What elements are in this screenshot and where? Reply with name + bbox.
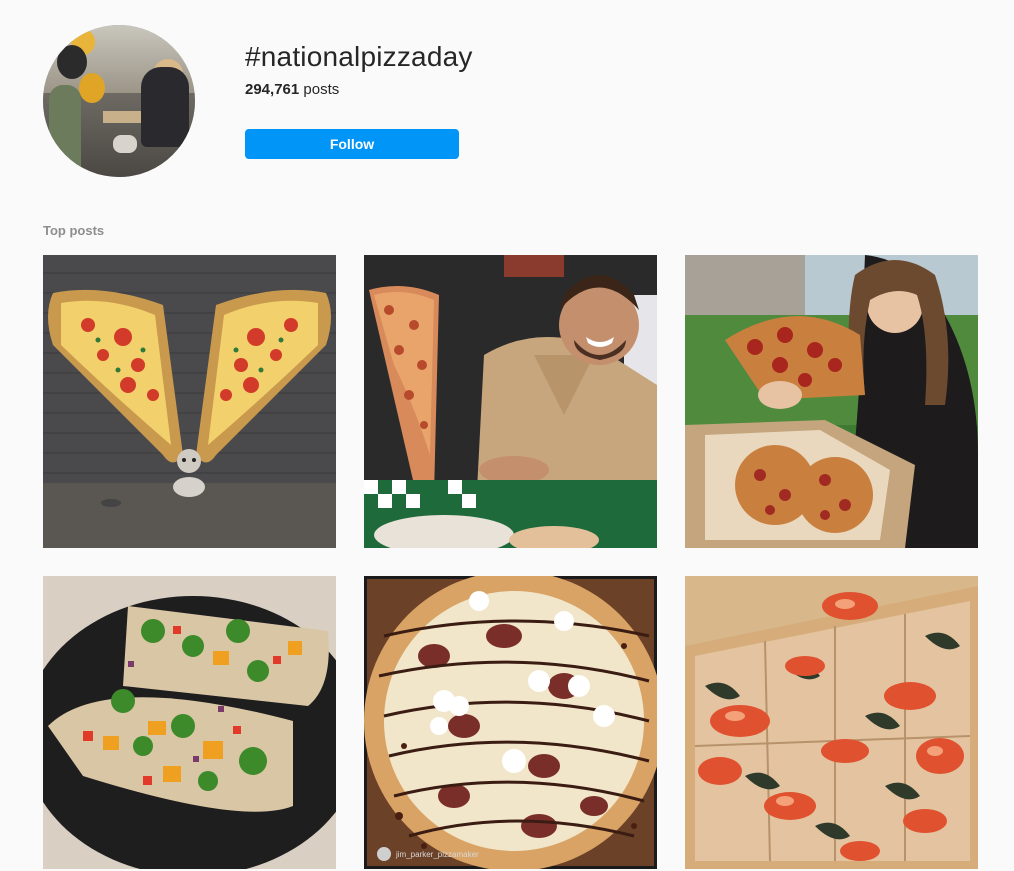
post-thumbnail-6[interactable] — [685, 576, 978, 869]
post-thumbnail-4[interactable] — [43, 576, 336, 869]
post-image-giant-slice — [364, 255, 657, 548]
post-count: 294,761 posts — [245, 81, 339, 98]
post-image-lobster-pizza — [685, 576, 978, 869]
hashtag-avatar — [43, 25, 195, 177]
top-posts-label: Top posts — [43, 223, 105, 238]
hashtag-title: #nationalpizzaday — [245, 41, 473, 72]
post-thumbnail-3[interactable] — [685, 255, 978, 548]
post-image-pizza-wings — [43, 255, 336, 548]
post-image-veggie-flatbread — [43, 576, 336, 869]
post-image-fig-pizza: jim_parker_pizzamaker — [364, 576, 657, 869]
hashtag-header: #nationalpizzaday 294,761 posts Follow — [0, 0, 1014, 200]
post-thumbnail-2[interactable] — [364, 255, 657, 548]
post-count-number: 294,761 — [245, 81, 300, 98]
post-count-suffix: posts — [299, 81, 340, 98]
post-image-pepperoni-box — [685, 255, 978, 548]
post-watermark: jim_parker_pizzamaker — [395, 850, 479, 859]
follow-button[interactable]: Follow — [245, 129, 459, 159]
post-thumbnail-5[interactable]: jim_parker_pizzamaker — [364, 576, 657, 869]
post-thumbnail-1[interactable] — [43, 255, 336, 548]
